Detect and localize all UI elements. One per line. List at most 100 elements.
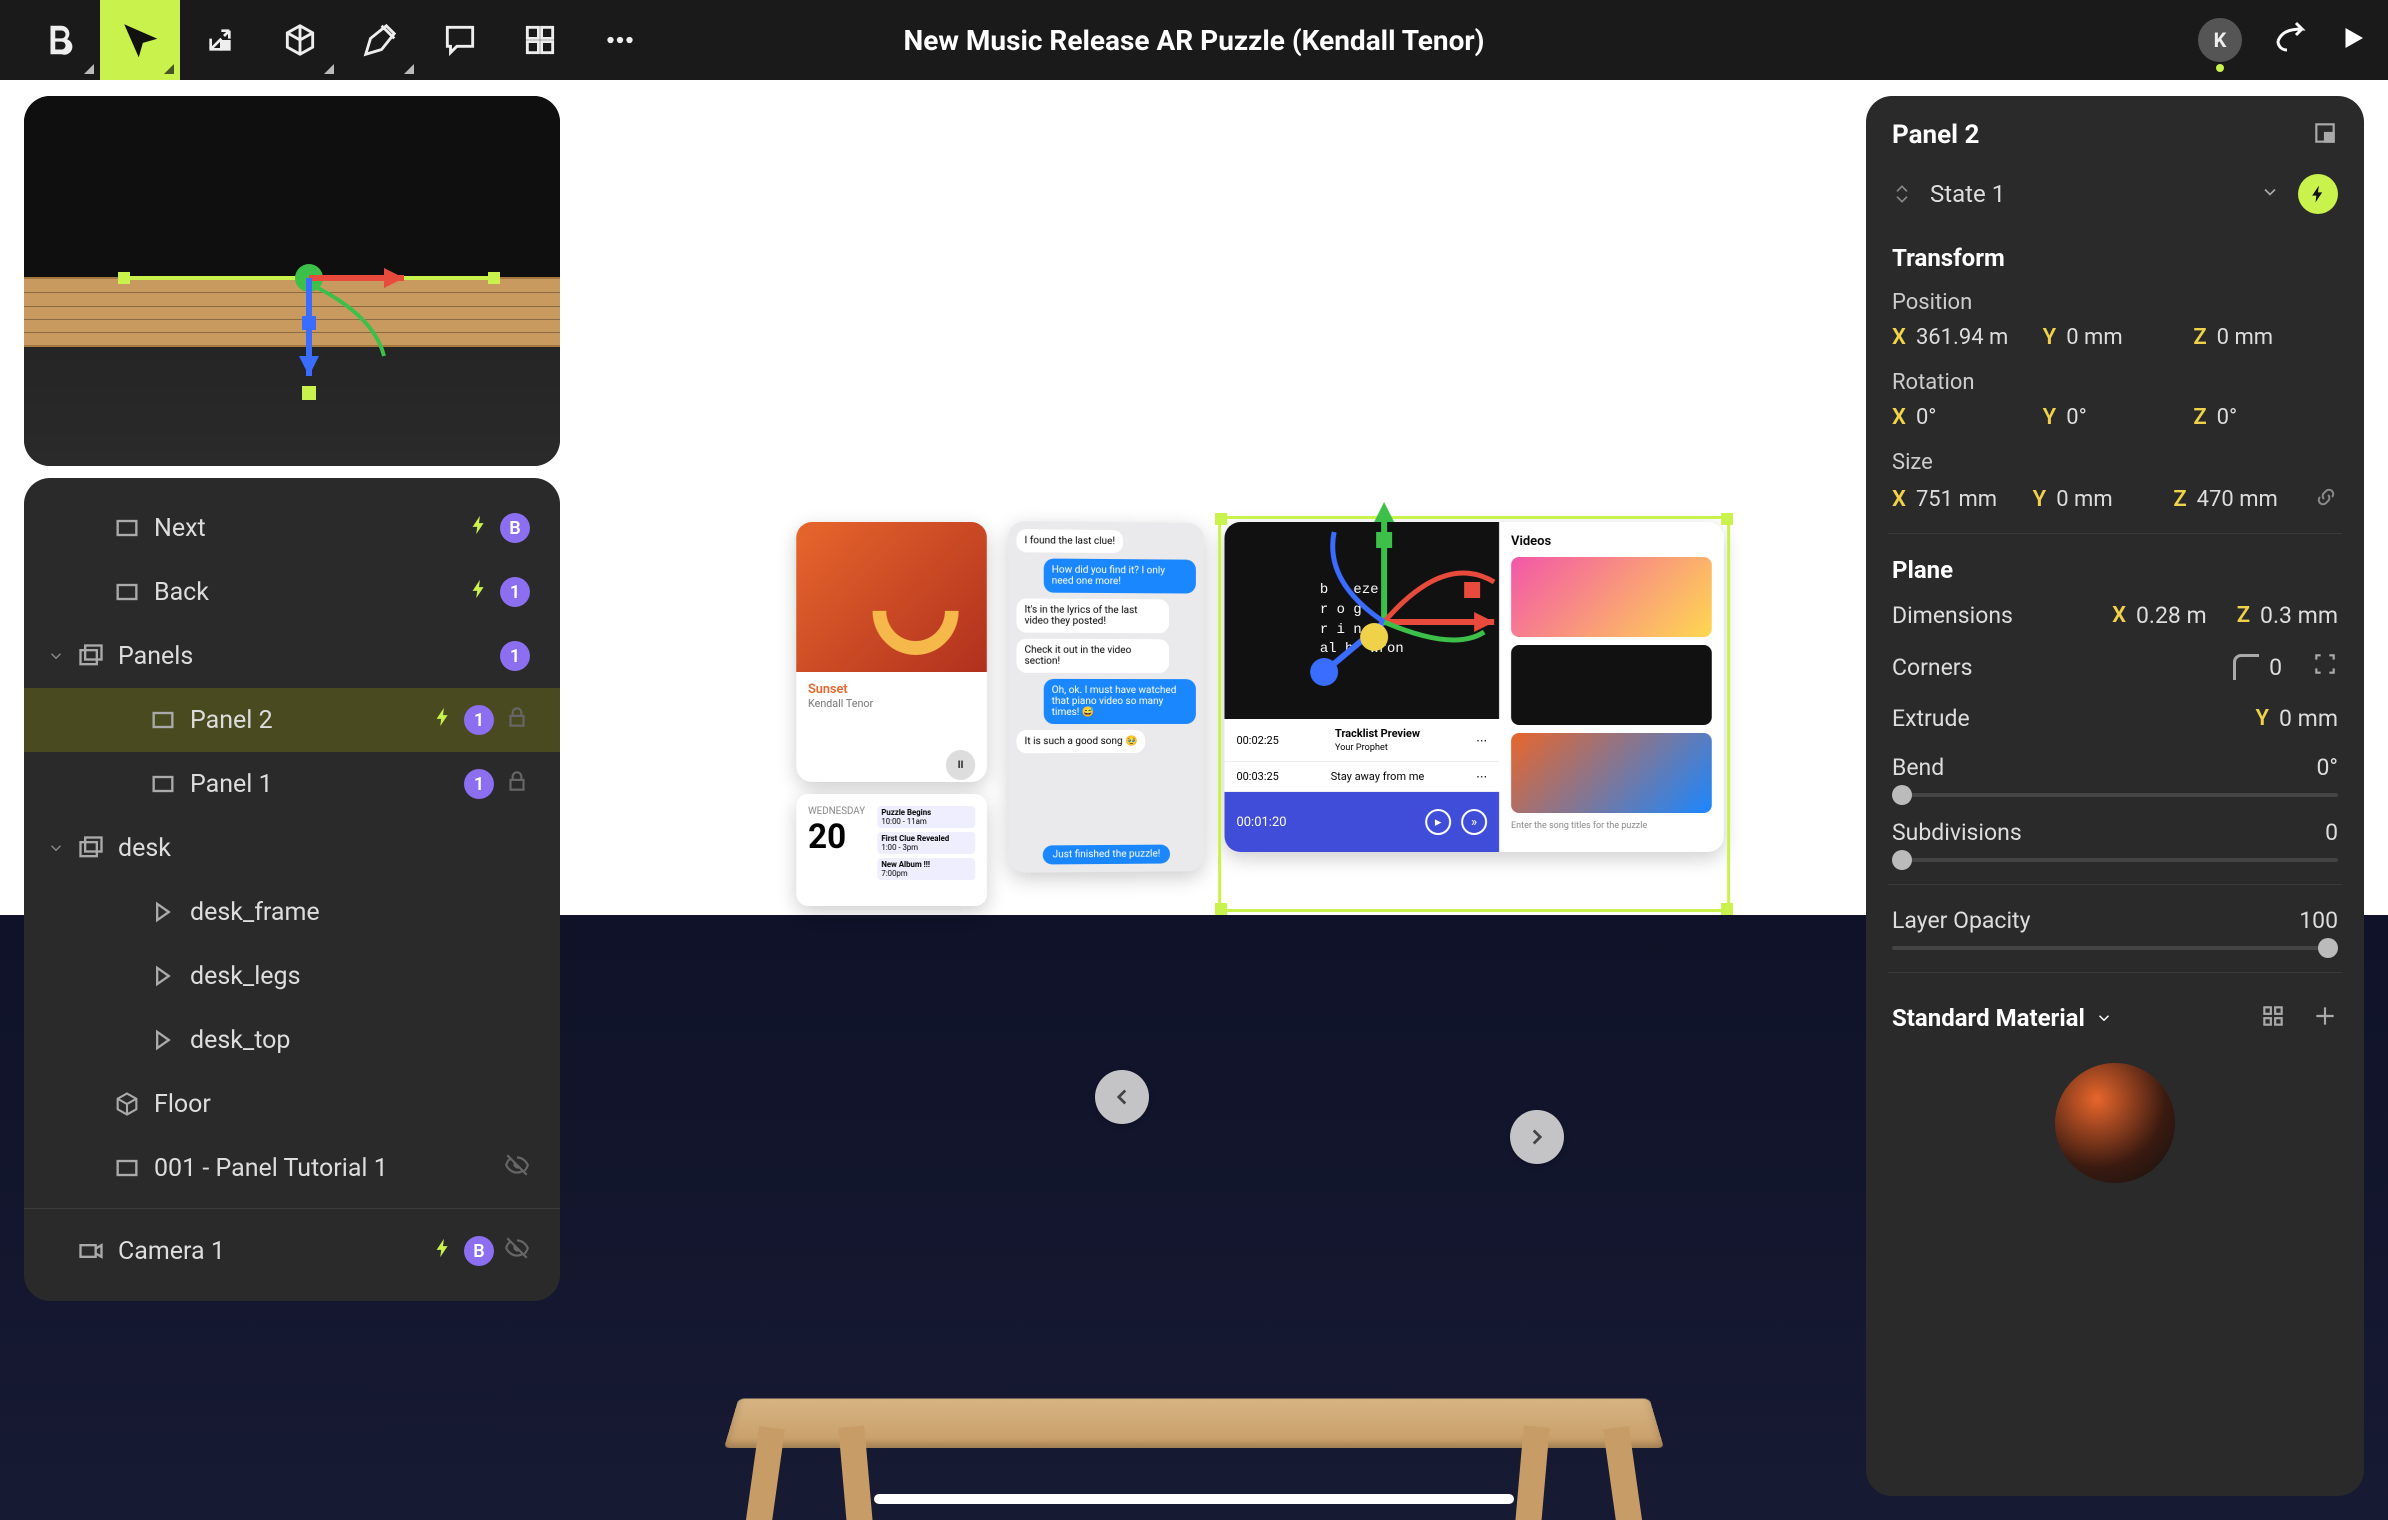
position-fields: X361.94 m Y0 mm Z0 mm: [1892, 325, 2338, 350]
bend-value[interactable]: 0°: [2316, 754, 2338, 781]
state-action-button[interactable]: [2298, 174, 2338, 214]
grid-tool[interactable]: [500, 0, 580, 80]
pause-mini-button[interactable]: II: [946, 750, 975, 780]
video-play-button[interactable]: ▸: [1425, 809, 1451, 835]
camera-preview[interactable]: [24, 96, 560, 466]
grid-icon: [521, 21, 559, 59]
nav-next-button[interactable]: [1510, 1110, 1564, 1164]
chat-card[interactable]: I found the last clue! How did you find …: [1008, 521, 1203, 873]
position-label: Position: [1892, 290, 2338, 315]
outliner-row[interactable]: NextB: [24, 496, 560, 560]
selection-handle[interactable]: [1215, 903, 1227, 915]
toolbar-left: [20, 0, 660, 80]
material-title[interactable]: Standard Material: [1892, 1004, 2113, 1032]
outliner-row[interactable]: 001 - Panel Tutorial 1: [24, 1136, 560, 1200]
outliner-row[interactable]: Floor: [24, 1072, 560, 1136]
scale-tool[interactable]: [180, 0, 260, 80]
outliner-row[interactable]: desk_frame: [24, 880, 560, 944]
outliner-row[interactable]: desk_top: [24, 1008, 560, 1072]
music-info: Sunset Kendall Tenor II: [796, 672, 987, 782]
video-row[interactable]: 00:02:25Tracklist PreviewYour Prophet⋯: [1224, 719, 1499, 762]
outliner-row[interactable]: Panel 11: [24, 752, 560, 816]
dim-x[interactable]: X0.28 m: [2112, 602, 2207, 629]
material-add-button[interactable]: [2312, 1003, 2338, 1033]
shape-tool[interactable]: [260, 0, 340, 80]
lock-icon: [504, 704, 530, 737]
video-thumbnail[interactable]: [1511, 733, 1712, 813]
video-next-button[interactable]: »: [1461, 809, 1487, 835]
video-player[interactable]: b eze r o g r i n al h wron: [1224, 522, 1499, 719]
video-thumbnail[interactable]: [1511, 557, 1712, 637]
comment-tool[interactable]: [420, 0, 500, 80]
chat-bubble: Oh, ok. I must have watched that piano v…: [1044, 678, 1196, 723]
layer-name: desk_top: [190, 1026, 530, 1055]
expand-chevron[interactable]: [44, 839, 68, 857]
selection-handle[interactable]: [1721, 513, 1733, 525]
fullscreen-button[interactable]: [2312, 120, 2338, 150]
calendar-card[interactable]: WEDNESDAY 20 Puzzle Begins10:00 - 11am F…: [796, 794, 987, 906]
music-card[interactable]: Sunset Kendall Tenor II: [796, 522, 987, 782]
state-stepper[interactable]: [1892, 182, 1912, 206]
position-x[interactable]: X361.94 m: [1892, 325, 2037, 350]
corners-expand-button[interactable]: [2312, 651, 2338, 683]
share-button[interactable]: [2272, 20, 2308, 60]
material-preview[interactable]: [2055, 1063, 2175, 1183]
rotation-label: Rotation: [1892, 370, 2338, 395]
panel-2-wrapper: b eze r o g r i n al h wron 00:02:25Trac…: [1224, 522, 1724, 906]
outliner-row[interactable]: desk: [24, 816, 560, 880]
play-button[interactable]: [2338, 23, 2368, 57]
group-icon: [74, 831, 108, 865]
position-z[interactable]: Z0 mm: [2193, 325, 2338, 350]
dim-z[interactable]: Z0.3 mm: [2237, 602, 2338, 629]
state-dropdown[interactable]: [2260, 182, 2280, 206]
outliner-row[interactable]: Back1: [24, 560, 560, 624]
opacity-value[interactable]: 100: [2299, 907, 2338, 934]
video-left-col: b eze r o g r i n al h wron 00:02:25Trac…: [1224, 522, 1499, 852]
outliner-row[interactable]: Camera 1B: [24, 1219, 560, 1283]
state-selector[interactable]: State 1: [1892, 174, 2338, 214]
top-toolbar: New Music Release AR Puzzle (Kendall Ten…: [0, 0, 2388, 80]
share-icon: [2272, 20, 2308, 56]
rotation-y[interactable]: Y0°: [2043, 405, 2188, 430]
outliner-row[interactable]: Panels1: [24, 624, 560, 688]
scale-icon: [204, 24, 236, 56]
rotation-z[interactable]: Z0°: [2193, 405, 2338, 430]
subdiv-slider[interactable]: [1892, 858, 2338, 862]
subdiv-value[interactable]: 0: [2325, 819, 2338, 846]
size-y[interactable]: Y0 mm: [2033, 485, 2168, 513]
material-grid-button[interactable]: [2260, 1003, 2286, 1033]
position-y[interactable]: Y0 mm: [2043, 325, 2188, 350]
expand-chevron[interactable]: [44, 647, 68, 665]
extrude-field[interactable]: Y0 mm: [2255, 705, 2338, 732]
video-card[interactable]: b eze r o g r i n al h wron 00:02:25Trac…: [1224, 522, 1723, 852]
selection-handle[interactable]: [1721, 903, 1733, 915]
state-badge: 1: [500, 641, 530, 671]
user-avatar[interactable]: K: [2198, 18, 2242, 62]
state-badge: 1: [464, 769, 494, 799]
outliner-row[interactable]: desk_legs: [24, 944, 560, 1008]
nav-prev-button[interactable]: [1095, 1070, 1149, 1124]
extrude-label: Extrude: [1892, 705, 1970, 732]
pen-tool[interactable]: [340, 0, 420, 80]
opacity-slider[interactable]: [1892, 946, 2338, 950]
video-thumbnail[interactable]: [1511, 645, 1712, 725]
opacity-label: Layer Opacity: [1892, 907, 2030, 934]
size-z[interactable]: Z470 mm: [2173, 485, 2308, 513]
corners-field[interactable]: 0: [2233, 654, 2282, 681]
artist-name: Kendall Tenor: [808, 697, 975, 710]
rotation-x[interactable]: X0°: [1892, 405, 2037, 430]
document-title[interactable]: New Music Release AR Puzzle (Kendall Ten…: [903, 24, 1484, 57]
video-row[interactable]: 00:03:25Stay away from me⋯: [1224, 762, 1499, 792]
more-tool[interactable]: [580, 0, 660, 80]
size-label: Size: [1892, 450, 2338, 475]
chat-chip[interactable]: Just finished the puzzle!: [1042, 844, 1170, 864]
link-size-button[interactable]: [2314, 485, 2338, 513]
logo-button[interactable]: [20, 0, 100, 80]
lock-icon: [504, 768, 530, 801]
select-tool[interactable]: [100, 0, 180, 80]
state-badge: B: [464, 1236, 494, 1266]
outliner-row[interactable]: Panel 21: [24, 688, 560, 752]
group-icon: [74, 639, 108, 673]
size-x[interactable]: X751 mm: [1892, 485, 2027, 513]
bend-slider[interactable]: [1892, 793, 2338, 797]
